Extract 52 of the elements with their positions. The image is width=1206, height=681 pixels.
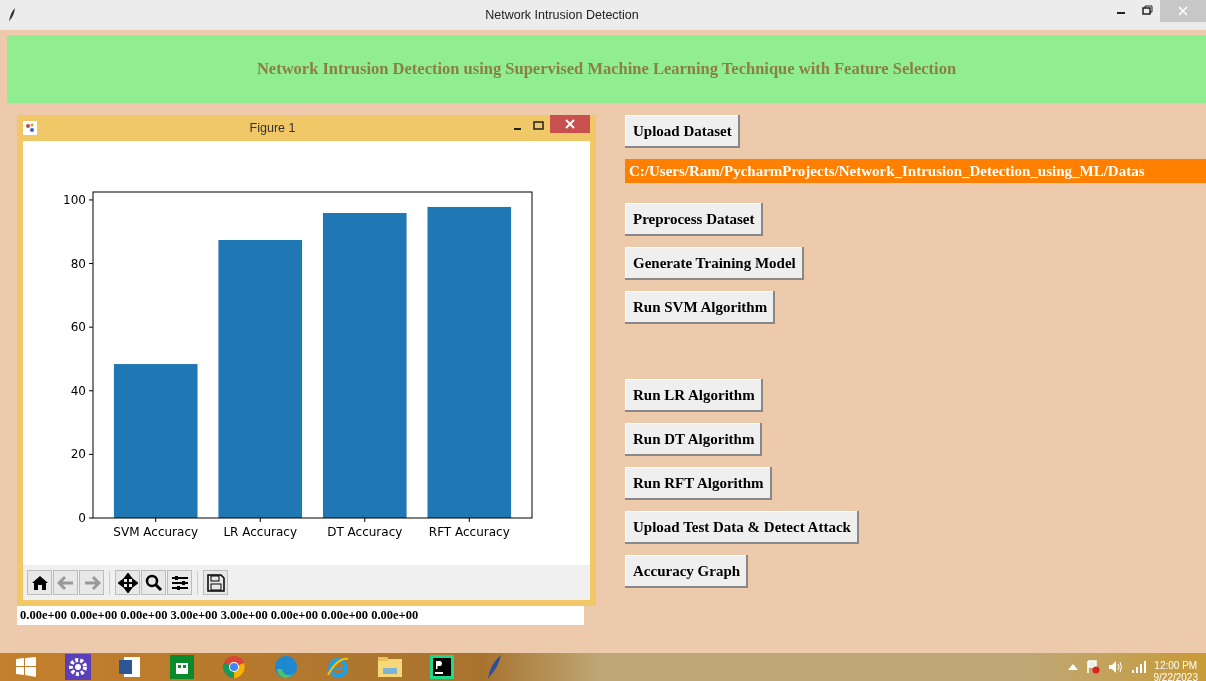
window-title: Network Intrusion Detection: [484, 8, 640, 22]
y-tick-label: 80: [70, 256, 86, 271]
plot-logo-icon: [23, 121, 37, 135]
action-button[interactable]: Run DT Algorithm: [625, 423, 763, 456]
action-button[interactable]: Accuracy Graph: [625, 555, 749, 588]
action-button[interactable]: Generate Training Model: [625, 247, 804, 280]
toolbar-button[interactable]: [141, 570, 166, 595]
action-button[interactable]: Run RFT Algorithm: [625, 467, 772, 500]
feather-icon: [8, 8, 16, 22]
home-icon: [30, 574, 49, 591]
y-tick-label: 40: [70, 383, 86, 398]
clock-date: 9/22/2023: [1153, 672, 1198, 681]
pycharm-icon[interactable]: [430, 655, 454, 679]
x-tick-label: RFT Accuracy: [428, 525, 510, 539]
windows-logo-icon[interactable]: [15, 656, 37, 678]
y-tick-label: 20: [70, 447, 86, 462]
y-tick-label: 60: [70, 320, 86, 335]
app-heading: Network Intrusion Detection using Supervised Machine Learning Technique with Feature Selection: [256, 59, 957, 79]
toolbar-button[interactable]: [115, 570, 140, 595]
toolbar-button[interactable]: [27, 570, 52, 595]
action-button[interactable]: Upload Dataset: [625, 115, 740, 148]
y-tick-label: 0: [78, 511, 86, 525]
flag-icon[interactable]: [1085, 660, 1100, 674]
action-button[interactable]: Preprocess Dataset: [625, 203, 763, 236]
search-icon: [144, 573, 163, 592]
close-icon[interactable]: [550, 115, 590, 133]
sliders-icon: [170, 574, 189, 591]
action-button[interactable]: Run LR Algorithm: [625, 379, 763, 412]
caret-up-icon[interactable]: [1067, 664, 1078, 670]
x-tick-label: DT Accuracy: [327, 525, 403, 539]
x-tick-label: SVM Accuracy: [113, 525, 199, 539]
speaker-icon[interactable]: [1107, 660, 1124, 674]
x-tick-label: LR Accuracy: [223, 525, 298, 539]
output-text: 0.00e+00 0.00e+00 0.00e+00 3.00e+00 3.00e+00 0.00e+00 0.00e+00 0.00e+00: [17, 606, 584, 625]
gear-icon[interactable]: [65, 654, 91, 680]
signal-icon[interactable]: [1131, 661, 1146, 673]
back-arrow-icon: [56, 574, 75, 591]
file-path-label: C:/Users/Ram/PycharmProjects/Network_Intrusion_Detection_using_ML/Datas: [625, 159, 1206, 183]
store-icon[interactable]: [170, 655, 194, 679]
folder-icon[interactable]: [377, 655, 403, 679]
word-document-icon[interactable]: [118, 655, 142, 679]
toolbar-button[interactable]: [167, 570, 192, 595]
action-button[interactable]: Run SVM Algorithm: [625, 291, 776, 324]
y-tick-label: 100: [63, 192, 86, 207]
action-button[interactable]: Upload Test Data & Detect Attack: [625, 511, 859, 544]
toolbar-button[interactable]: [203, 570, 228, 595]
internet-explorer-icon[interactable]: [326, 655, 350, 679]
forward-arrow-icon: [82, 574, 101, 591]
chrome-icon[interactable]: [222, 655, 246, 679]
clock-time: 12:00 PM: [1154, 660, 1198, 672]
figure-title: Figure 1: [248, 121, 297, 135]
move-icon: [117, 572, 138, 593]
